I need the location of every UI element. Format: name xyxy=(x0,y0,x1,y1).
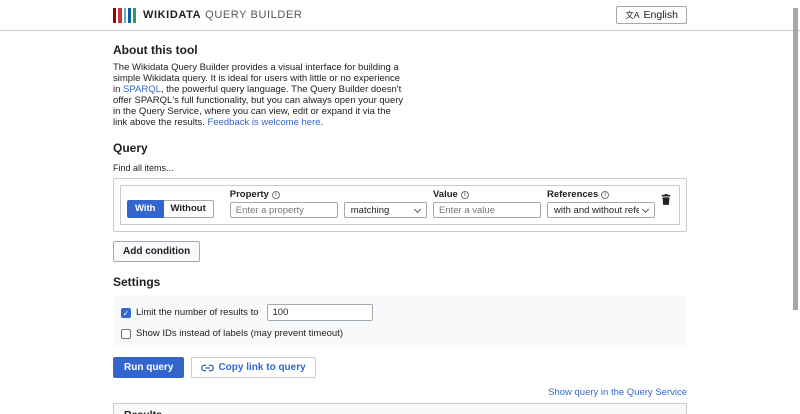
show-query-service-link[interactable]: Show query in the Query Service xyxy=(548,387,687,398)
value-info-icon[interactable]: i xyxy=(460,190,469,199)
delete-condition-trash-icon[interactable] xyxy=(661,192,671,210)
wikidata-bars-icon xyxy=(113,7,136,23)
references-field: References i with and without references xyxy=(547,190,655,218)
chevron-down-icon xyxy=(413,205,422,213)
brand-product: QUERY BUILDER xyxy=(205,9,303,21)
toggle-without-button[interactable]: Without xyxy=(163,200,214,218)
results-section: Results Results will be displayed here xyxy=(113,403,687,414)
feedback-link[interactable]: Feedback is welcome here xyxy=(208,117,321,128)
show-ids-checkbox[interactable] xyxy=(121,328,131,339)
copy-link-button[interactable]: Copy link to query xyxy=(191,357,316,378)
references-dropdown-value: with and without references xyxy=(554,204,639,216)
with-without-toggle: With Without xyxy=(127,200,214,218)
wikidata-logo[interactable]: WIKIDATA QUERY BUILDER xyxy=(113,7,302,23)
about-text-end: . xyxy=(320,117,324,128)
settings-title: Settings xyxy=(113,275,161,289)
limit-results-label: Limit the number of results to xyxy=(136,307,259,318)
value-input[interactable] xyxy=(433,202,541,218)
toggle-with-button[interactable]: With xyxy=(127,200,164,218)
limit-results-checkbox[interactable]: ✓ xyxy=(121,307,131,318)
about-paragraph: The Wikidata Query Builder provides a vi… xyxy=(113,62,405,128)
limit-results-input[interactable] xyxy=(266,304,373,321)
show-ids-label: Show IDs instead of labels (may prevent … xyxy=(136,328,343,339)
property-label: Property xyxy=(229,189,269,200)
matching-dropdown[interactable]: matching xyxy=(343,202,427,218)
find-all-items-label: Find all items... xyxy=(113,163,174,173)
value-label: Value xyxy=(433,189,458,200)
language-button-label: English xyxy=(643,9,678,21)
limit-results-row: ✓ Limit the number of results to xyxy=(121,304,679,321)
brand-text: WIKIDATA QUERY BUILDER xyxy=(143,9,302,21)
settings-panel: ✓ Limit the number of results to Show ID… xyxy=(113,295,687,348)
link-icon xyxy=(201,364,215,371)
chevron-down-icon xyxy=(641,205,650,213)
add-condition-button[interactable]: Add condition xyxy=(113,241,201,262)
run-query-button[interactable]: Run query xyxy=(113,357,185,378)
property-input[interactable] xyxy=(229,202,338,218)
condition-row: With Without Property i matching Value i xyxy=(120,185,680,225)
property-field: Property i xyxy=(229,189,338,218)
actions-row: Run query Copy link to query xyxy=(113,357,687,378)
sparql-link[interactable]: SPARQL xyxy=(123,84,161,95)
query-title: Query xyxy=(113,141,148,155)
property-info-icon[interactable]: i xyxy=(271,190,280,199)
language-icon: 文A xyxy=(625,10,640,20)
copy-link-button-label: Copy link to query xyxy=(218,362,306,373)
matching-dropdown-value: matching xyxy=(350,204,390,216)
condition-card: With Without Property i matching Value i xyxy=(113,178,687,232)
about-title: About this tool xyxy=(113,43,198,57)
language-button[interactable]: 文A English xyxy=(616,6,687,24)
results-title: Results xyxy=(114,404,686,414)
references-dropdown[interactable]: with and without references xyxy=(547,202,655,218)
header: WIKIDATA QUERY BUILDER 文A English xyxy=(0,0,800,31)
references-info-icon[interactable]: i xyxy=(601,190,610,199)
service-link-row: Show query in the Query Service xyxy=(113,387,687,398)
references-label: References xyxy=(547,189,599,200)
main-content: About this tool The Wikidata Query Build… xyxy=(113,43,687,414)
value-field: Value i xyxy=(433,190,541,218)
brand-wikidata: WIKIDATA xyxy=(143,9,202,21)
scrollbar[interactable] xyxy=(793,8,798,310)
show-ids-row: Show IDs instead of labels (may prevent … xyxy=(121,328,679,339)
